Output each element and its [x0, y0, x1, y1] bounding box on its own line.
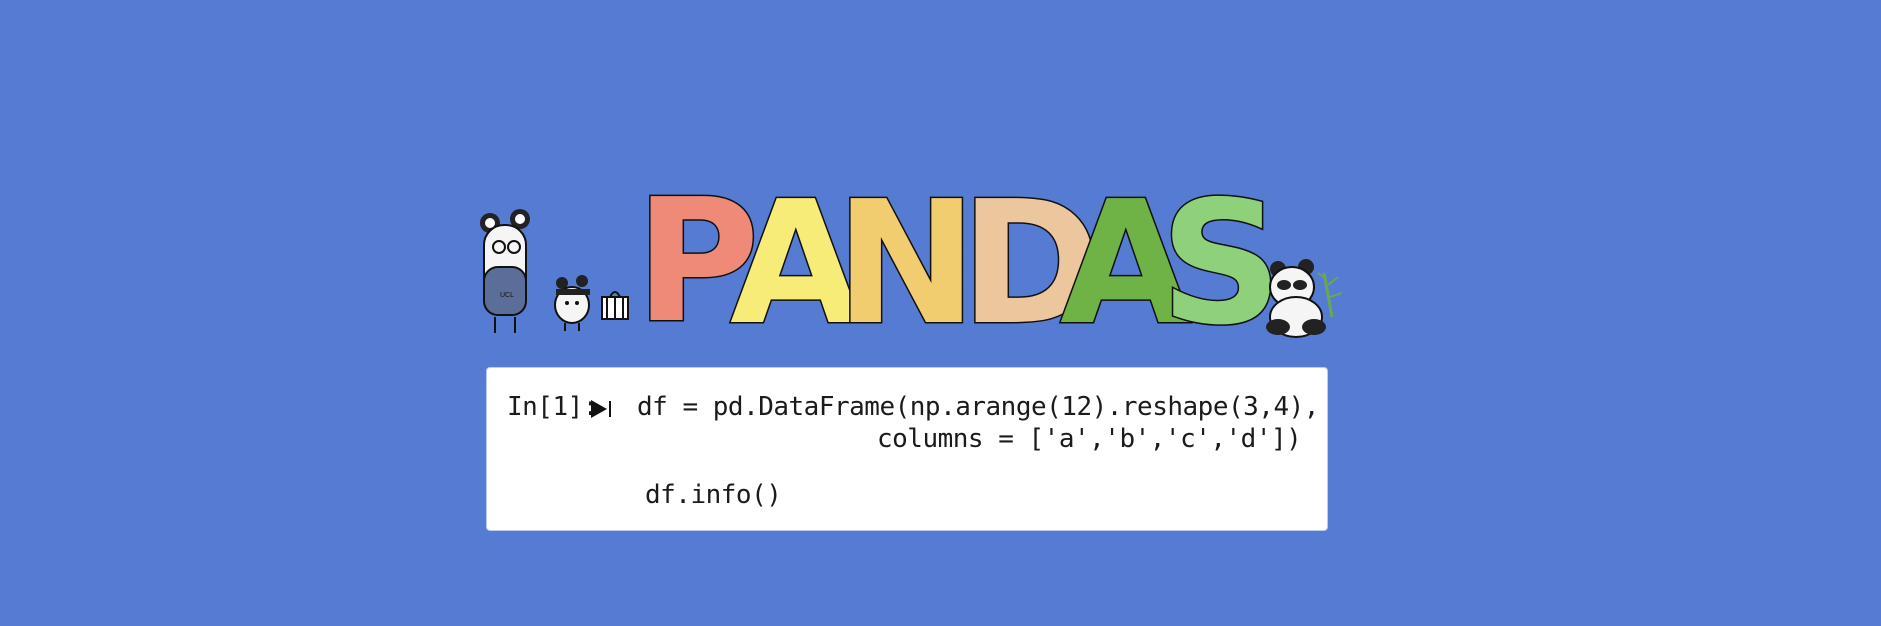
notebook-cell: In[1]: df = pd.DataFrame(np.arange(12).r…	[487, 368, 1327, 530]
play-icon[interactable]	[589, 398, 613, 420]
code-line-2: columns = ['a','b','c','d'])	[877, 424, 1302, 454]
cell-prompt: In[1]:	[507, 392, 598, 422]
code-line-3: df.info()	[645, 480, 782, 510]
pandas-title: P A N D A S	[634, 162, 1284, 351]
code-line-1: df = pd.DataFrame(np.arange(12).reshape(…	[637, 392, 1319, 422]
title-letter-n: N	[835, 165, 977, 350]
banner-canvas: UCL P A N D A S In[1]: df = pd.DataFrame…	[0, 0, 1881, 626]
panda-with-bamboo-icon	[1266, 259, 1343, 338]
